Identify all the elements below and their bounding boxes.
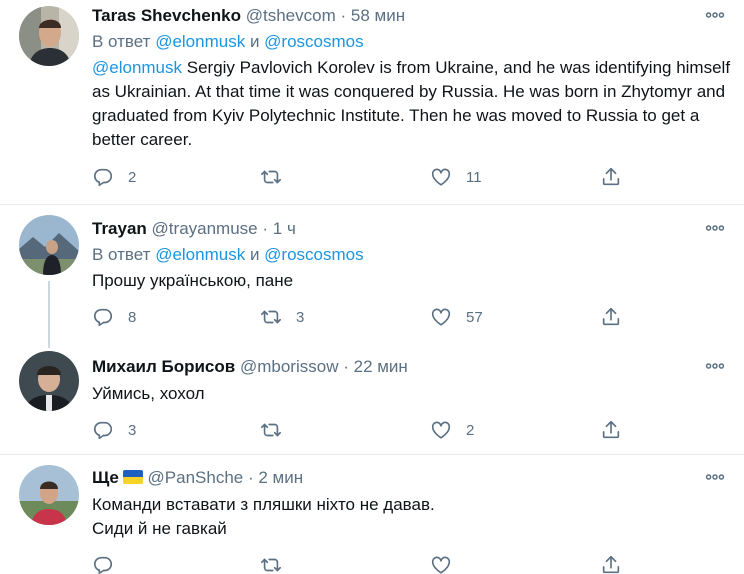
reply-prefix: В ответ [92, 245, 151, 264]
author-name[interactable]: Taras Shevchenko [92, 6, 241, 25]
retweet-button[interactable] [260, 418, 296, 442]
author-handle[interactable]: @tshevcom [246, 6, 336, 25]
retweet-icon [260, 306, 282, 328]
reply-mention-link[interactable]: @roscosmos [264, 32, 363, 51]
thread-line [48, 281, 50, 348]
tweet-actions: 2 11 [92, 165, 632, 189]
more-icon[interactable] [704, 217, 726, 239]
like-button[interactable]: 2 [430, 418, 474, 442]
share-icon [600, 419, 622, 441]
tweet[interactable]: Taras Shevchenko @tshevcom · 58 мин В от… [0, 0, 744, 205]
tweet-text: Уймись, хохол [92, 382, 732, 406]
tweet-actions [92, 553, 632, 574]
tweet[interactable]: Trayan @trayanmuse · 1 ч В ответ @elonmu… [0, 205, 744, 348]
tweet-header: Ще @PanShche · 2 мин [92, 466, 303, 490]
heart-icon [430, 554, 452, 574]
avatar[interactable] [19, 351, 79, 411]
retweet-count: 3 [296, 308, 305, 326]
like-button[interactable]: 57 [430, 305, 483, 329]
tweet-header: Trayan @trayanmuse · 1 ч [92, 217, 296, 241]
tweet[interactable]: Михаил Борисов @mborissow · 22 мин Уймис… [0, 342, 744, 455]
tweet-body-line: Команди вставати з пляшки ніхто не давав… [92, 495, 435, 514]
reply-button[interactable]: 3 [92, 418, 136, 442]
separator-dot: · [247, 468, 254, 487]
like-button[interactable]: 11 [430, 165, 482, 189]
tweet-body: Прошу українською, пане [92, 271, 294, 290]
heart-icon [430, 419, 452, 441]
retweet-button[interactable] [260, 553, 296, 574]
mention-link[interactable]: @elonmusk [92, 58, 182, 77]
separator-dot: · [262, 219, 269, 238]
tweet[interactable]: Ще @PanShche · 2 мин Команди вставати з … [0, 455, 744, 574]
separator-dot: · [340, 6, 347, 25]
more-icon[interactable] [704, 4, 726, 26]
reply-conjunction: и [249, 32, 260, 51]
share-icon [600, 166, 622, 188]
retweet-button[interactable] [260, 165, 296, 189]
author-name[interactable]: Trayan [92, 219, 147, 238]
reply-mention-link[interactable]: @elonmusk [155, 245, 245, 264]
share-icon [600, 554, 622, 574]
retweet-icon [260, 166, 282, 188]
share-button[interactable] [600, 305, 622, 329]
separator-dot: · [343, 357, 349, 376]
author-name[interactable]: Михаил Борисов [92, 357, 235, 376]
like-button[interactable] [430, 553, 466, 574]
reply-count: 2 [128, 168, 137, 186]
tweet-body: Sergiy Pavlovich Korolev is from Ukraine… [92, 58, 731, 149]
more-icon[interactable] [704, 466, 726, 488]
tweet-text: Прошу українською, пане [92, 269, 732, 293]
timestamp[interactable]: 22 мин [354, 357, 408, 376]
share-button[interactable] [600, 418, 622, 442]
timestamp[interactable]: 1 ч [273, 219, 296, 238]
tweet-body-line: Сиди й не гавкай [92, 519, 227, 538]
reply-mention-link[interactable]: @roscosmos [264, 245, 363, 264]
reply-prefix: В ответ [92, 32, 151, 51]
author-handle[interactable]: @mborissow [240, 357, 339, 376]
reply-mention-link[interactable]: @elonmusk [155, 32, 245, 51]
timestamp[interactable]: 58 мин [351, 6, 405, 25]
tweet-body: Уймись, хохол [92, 384, 205, 403]
reply-context: В ответ @elonmusk и @roscosmos [92, 243, 364, 267]
avatar[interactable] [19, 465, 79, 525]
author-handle[interactable]: @trayanmuse [152, 219, 258, 238]
author-handle[interactable]: @PanShche [148, 468, 244, 487]
like-count: 11 [466, 168, 482, 186]
avatar[interactable] [19, 215, 79, 275]
tweet-feed: Taras Shevchenko @tshevcom · 58 мин В от… [0, 0, 744, 574]
reply-icon [92, 306, 114, 328]
reply-icon [92, 554, 114, 574]
tweet-actions: 3 2 [92, 418, 632, 442]
reply-conjunction: и [249, 245, 260, 264]
share-icon [600, 306, 622, 328]
reply-count: 8 [128, 308, 137, 326]
tweet-actions: 8 3 57 [92, 305, 632, 329]
tweet-header: Taras Shevchenko @tshevcom · 58 мин [92, 4, 405, 28]
reply-button[interactable]: 2 [92, 165, 136, 189]
heart-icon [430, 166, 452, 188]
reply-button[interactable]: 8 [92, 305, 136, 329]
retweet-icon [260, 419, 282, 441]
timestamp[interactable]: 2 мин [258, 468, 303, 487]
reply-button[interactable] [92, 553, 128, 574]
tweet-header: Михаил Борисов @mborissow · 22 мин [92, 355, 408, 379]
author-name[interactable]: Ще [92, 468, 119, 487]
retweet-icon [260, 554, 282, 574]
reply-count: 3 [128, 421, 137, 439]
retweet-button[interactable]: 3 [260, 305, 304, 329]
like-count: 57 [466, 308, 483, 326]
ukraine-flag-icon [122, 470, 143, 484]
reply-context: В ответ @elonmusk и @roscosmos [92, 30, 364, 54]
like-count: 2 [466, 421, 475, 439]
heart-icon [430, 306, 452, 328]
tweet-text: @elonmusk Sergiy Pavlovich Korolev is fr… [92, 56, 732, 152]
more-icon[interactable] [704, 355, 726, 377]
share-button[interactable] [600, 553, 622, 574]
reply-icon [92, 166, 114, 188]
reply-icon [92, 419, 114, 441]
tweet-text: Команди вставати з пляшки ніхто не давав… [92, 493, 732, 541]
avatar[interactable] [19, 6, 79, 66]
share-button[interactable] [600, 165, 622, 189]
